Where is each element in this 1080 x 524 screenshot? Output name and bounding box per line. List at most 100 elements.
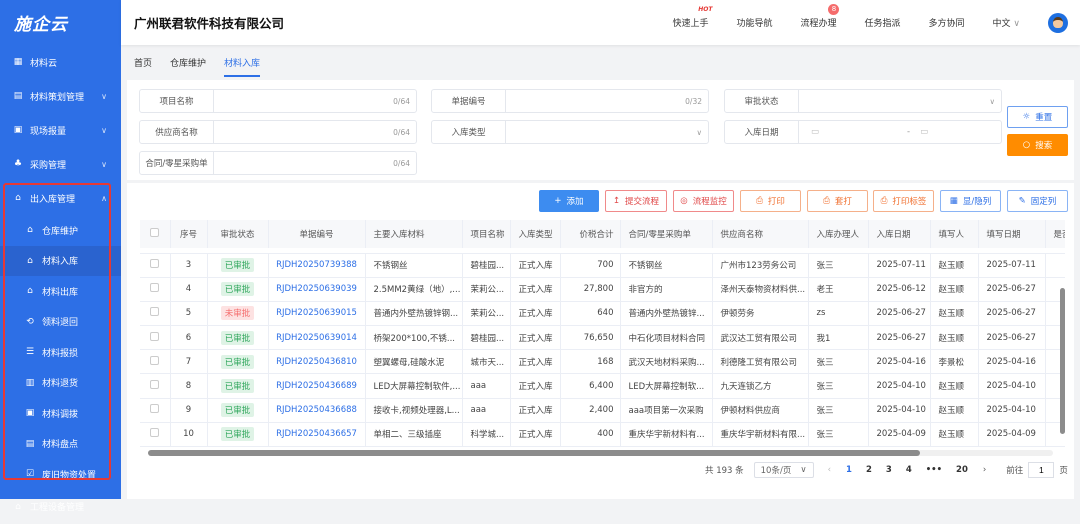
search-icon: ○ bbox=[1022, 140, 1031, 150]
sidebar-item-disposal[interactable]: ☑ 废旧物资处置 bbox=[0, 459, 121, 490]
reset-button[interactable]: ☼ 重置 bbox=[1007, 106, 1068, 128]
project-name-input[interactable]: 项目名称 0/64 bbox=[139, 89, 417, 113]
supplier-input[interactable]: 供应商名称 0/64 bbox=[139, 120, 417, 144]
sidebar-item-loss[interactable]: ☰ 材料报损 bbox=[0, 337, 121, 368]
table-row[interactable]: 6 已审批 RJDH20250639014 桥架200*100,不锈... 碧桂园...… bbox=[140, 325, 1065, 351]
col-header[interactable]: 审批状态 bbox=[207, 220, 269, 248]
table-row[interactable]: 5 未审批 RJDH20250639015 普通内外壁热镀锌钢... 茉莉公... 正式入… bbox=[140, 301, 1065, 327]
nav-quick-start[interactable]: 快速上手 HOT bbox=[672, 6, 712, 29]
vertical-scrollbar[interactable] bbox=[1058, 250, 1066, 448]
target-icon: ◎ bbox=[680, 196, 688, 206]
in-date-range[interactable]: 入库日期 ▭ - ▭ bbox=[724, 120, 1002, 144]
doc-no-link[interactable]: RJDH20250436688 bbox=[276, 405, 357, 415]
goto-page-input[interactable] bbox=[1028, 462, 1055, 478]
page-ellipsis[interactable]: ••• bbox=[926, 465, 942, 475]
table-row[interactable]: 8 已审批 RJDH20250436689 LED大屏幕控制软件,... aaa 正式入库… bbox=[140, 373, 1065, 399]
table-cell: 科学城... bbox=[462, 422, 511, 448]
table-row[interactable]: 4 已审批 RJDH20250639039 2.5MM2黄绿（地）,... 茉莉公...… bbox=[140, 277, 1065, 302]
col-header[interactable]: 序号 bbox=[170, 220, 208, 248]
table-row[interactable]: 9 已审批 RJDH20250436688 接收卡,视频处理器,L... aaa 正式入库… bbox=[140, 398, 1065, 423]
table-cell: 赵玉顺 bbox=[930, 325, 979, 351]
doc-no-link[interactable]: RJDH20250639039 bbox=[276, 284, 357, 294]
row-checkbox[interactable] bbox=[140, 373, 171, 399]
status-select[interactable]: 审批状态 ∨ bbox=[724, 89, 1002, 113]
print-button[interactable]: ⎙ 打印 bbox=[740, 190, 801, 212]
page-1[interactable]: 1 bbox=[846, 465, 852, 475]
submit-process-button[interactable]: ↥ 提交流程 bbox=[605, 190, 667, 212]
row-checkbox[interactable] bbox=[140, 301, 171, 327]
next-page-button[interactable]: › bbox=[983, 465, 986, 475]
sidebar-item-warehouse[interactable]: ⌂ 仓库维护 bbox=[0, 215, 121, 246]
avatar[interactable] bbox=[1048, 12, 1068, 33]
search-button[interactable]: ○ 搜索 bbox=[1007, 134, 1068, 156]
prev-page-button[interactable]: ‹ bbox=[828, 465, 831, 475]
cell-index: 6 bbox=[170, 325, 208, 351]
doc-no-input[interactable]: 单据编号 0/32 bbox=[431, 89, 709, 113]
tab-home[interactable]: 首页 bbox=[134, 56, 152, 77]
sidebar-item-inout[interactable]: ⌂ 出入库管理 ∧ bbox=[0, 181, 121, 215]
nav-function[interactable]: 功能导航 bbox=[736, 16, 772, 29]
row-checkbox[interactable] bbox=[140, 325, 171, 351]
sidebar-item-materials-cloud[interactable]: ▦ 材料云 bbox=[0, 45, 121, 79]
row-checkbox[interactable] bbox=[140, 422, 171, 448]
col-header[interactable]: 是否已 bbox=[1045, 220, 1065, 248]
doc-no-link[interactable]: RJDH20250639015 bbox=[276, 308, 357, 318]
nav-collab[interactable]: 多方协同 bbox=[929, 16, 965, 29]
table-row[interactable]: 3 已审批 RJDH20250739388 不锈钢丝 碧桂园... 正式入库 700 不锈钢丝… bbox=[140, 253, 1065, 278]
toggle-columns-button[interactable]: ▦ 显/隐列 bbox=[940, 190, 1001, 212]
print-label-button[interactable]: ⎙ 打印标签 bbox=[873, 190, 934, 212]
doc-no-link[interactable]: RJDH20250739388 bbox=[276, 260, 357, 270]
sidebar-item-inventory[interactable]: ▤ 材料盘点 bbox=[0, 429, 121, 460]
fix-columns-button[interactable]: ✎ 固定列 bbox=[1007, 190, 1068, 212]
row-checkbox[interactable] bbox=[140, 277, 171, 302]
set-print-button[interactable]: ⎙ 套打 bbox=[807, 190, 868, 212]
col-header[interactable]: 合同/零星采购单 bbox=[620, 220, 713, 248]
col-header[interactable]: 填写日期 bbox=[978, 220, 1046, 248]
sidebar-item-planning[interactable]: ▤ 材料策划管理 ∨ bbox=[0, 79, 121, 113]
contract-input[interactable]: 合同/零星采购单 0/64 bbox=[139, 151, 417, 175]
sidebar-item-transfer[interactable]: ▣ 材料调拨 bbox=[0, 398, 121, 429]
add-button[interactable]: + 添加 bbox=[539, 190, 599, 212]
table-cell: 6,400 bbox=[560, 373, 621, 399]
sidebar-item-material-out[interactable]: ⌂ 材料出库 bbox=[0, 276, 121, 307]
col-header[interactable]: 填写人 bbox=[930, 220, 979, 248]
doc-no-link[interactable]: RJDH20250436657 bbox=[276, 429, 357, 439]
row-checkbox[interactable] bbox=[140, 253, 171, 278]
row-checkbox[interactable] bbox=[140, 398, 171, 423]
table-row[interactable]: 7 已审批 RJDH20250436810 塑翼螺母,硅酸水泥 城市天... 正式入库 16… bbox=[140, 349, 1065, 375]
nav-task[interactable]: 任务指派 bbox=[864, 16, 900, 29]
process-monitor-button[interactable]: ◎ 流程监控 bbox=[673, 190, 734, 212]
doc-no-link[interactable]: RJDH20250436689 bbox=[276, 381, 357, 391]
col-header[interactable]: 入库办理人 bbox=[808, 220, 869, 248]
nav-process[interactable]: 流程办理 8 bbox=[800, 4, 840, 29]
row-checkbox[interactable] bbox=[140, 349, 171, 375]
col-header[interactable]: 项目名称 bbox=[462, 220, 511, 248]
col-header[interactable]: 价税合计 bbox=[560, 220, 621, 248]
col-header[interactable]: 入库日期 bbox=[868, 220, 931, 248]
col-header[interactable]: 单据编号 bbox=[268, 220, 366, 248]
sidebar-item-site-report[interactable]: ▣ 现场报量 ∨ bbox=[0, 113, 121, 147]
col-header[interactable]: 入库类型 bbox=[510, 220, 561, 248]
doc-no-link[interactable]: RJDH20250436810 bbox=[276, 357, 357, 367]
page-4[interactable]: 4 bbox=[906, 465, 912, 475]
sidebar-item-purchase[interactable]: ♣ 采购管理 ∨ bbox=[0, 147, 121, 181]
sidebar-item-material-in[interactable]: ⌂ 材料入库 bbox=[0, 245, 121, 276]
select-all-checkbox[interactable] bbox=[140, 220, 171, 248]
col-header[interactable]: 主要入库材料 bbox=[365, 220, 463, 248]
page-3[interactable]: 3 bbox=[886, 465, 892, 475]
page-2[interactable]: 2 bbox=[866, 465, 872, 475]
horizontal-scrollbar[interactable] bbox=[148, 450, 1053, 456]
page-size-select[interactable]: 10条/页 ∨ bbox=[753, 462, 814, 478]
page-20[interactable]: 20 bbox=[956, 465, 968, 475]
sidebar-item-equipment[interactable]: ⌂ 工程设备管理 bbox=[0, 490, 121, 524]
language-select[interactable]: 中文 ∨ bbox=[993, 16, 1020, 29]
tab-material-in[interactable]: 材料入库 bbox=[224, 56, 261, 77]
table-row[interactable]: 10 已审批 RJDH20250436657 单相二、三级插座 科学城... 正式入库 40… bbox=[140, 422, 1065, 448]
col-header[interactable]: 供应商名称 bbox=[712, 220, 809, 248]
in-type-select[interactable]: 入库类型 ∨ bbox=[431, 120, 709, 144]
sidebar-item-refund[interactable]: ▥ 材料退货 bbox=[0, 368, 121, 399]
doc-no-link[interactable]: RJDH20250639014 bbox=[276, 333, 357, 343]
table-cell: 李景松 bbox=[930, 349, 979, 375]
tab-warehouse[interactable]: 仓库维护 bbox=[170, 56, 206, 77]
sidebar-item-return[interactable]: ⟲ 领料退回 bbox=[0, 307, 121, 338]
